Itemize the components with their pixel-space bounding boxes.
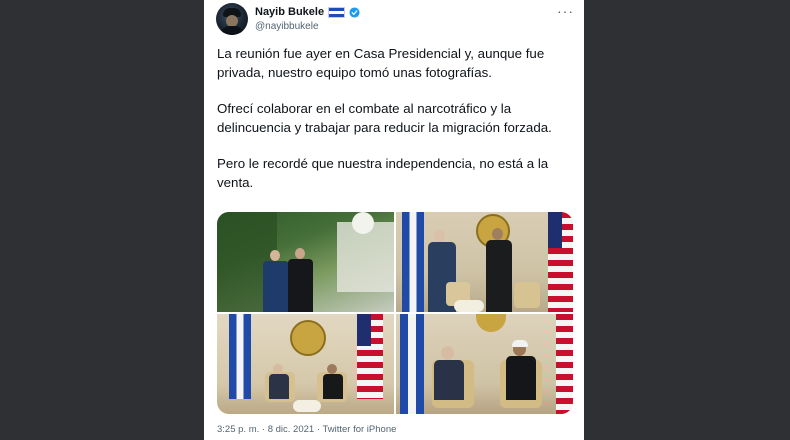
tweet-text: La reunión fue ayer en Casa Presidencial… — [217, 44, 569, 209]
tweet-paragraph-2: Ofrecí colaborar en el combate al narcot… — [217, 101, 552, 135]
tweet-meta-separator: · — [261, 424, 266, 435]
tweet-date[interactable]: 8 dic. 2021 — [268, 424, 314, 435]
tweet-header: Nayib Bukele @nayibbukele ··· — [204, 0, 584, 38]
more-options-icon[interactable]: ··· — [557, 4, 574, 18]
tweet-meta-separator: · — [316, 424, 320, 435]
avatar[interactable] — [216, 3, 248, 35]
author-display-name[interactable]: Nayib Bukele — [255, 6, 324, 18]
avatar-body — [220, 26, 244, 35]
tweet-paragraph-1: La reunión fue ayer en Casa Presidencial… — [217, 46, 545, 80]
photo-3[interactable] — [217, 314, 394, 414]
photo-2[interactable] — [396, 212, 573, 312]
tweet-time[interactable]: 3:25 p. m. — [217, 424, 259, 435]
tweet-metadata: 3:25 p. m. · 8 dic. 2021 · Twitter for i… — [217, 424, 396, 435]
photo-1[interactable] — [217, 212, 394, 312]
verified-badge-icon — [349, 6, 360, 18]
tweet-paragraph-3: Pero le recordé que nuestra independenci… — [217, 156, 549, 190]
el-salvador-flag-icon — [328, 6, 346, 18]
media-grid — [217, 212, 573, 414]
author-name-row[interactable]: Nayib Bukele — [255, 6, 360, 18]
tweet-card: Nayib Bukele @nayibbukele ··· La reunión… — [204, 0, 584, 440]
tweet-source[interactable]: Twitter for iPhone — [322, 424, 396, 435]
author-handle[interactable]: @nayibbukele — [255, 21, 319, 32]
photo-4[interactable] — [396, 314, 573, 414]
